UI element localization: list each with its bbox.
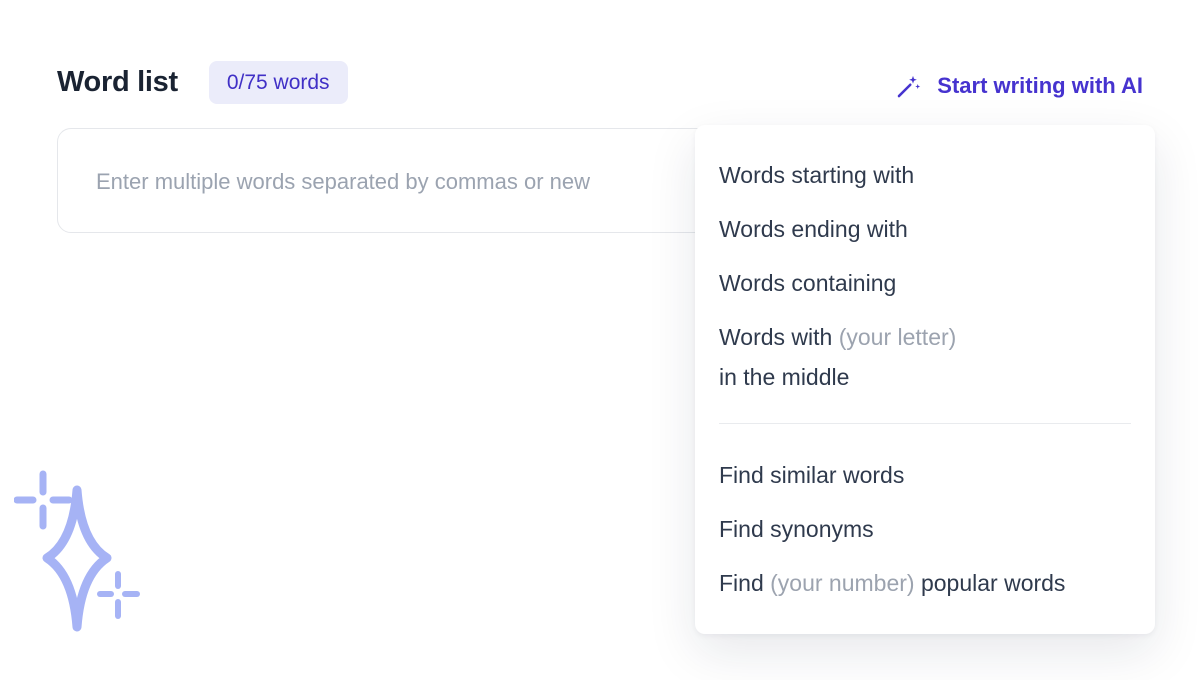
menu-item-label: Find bbox=[719, 570, 770, 596]
menu-item-label: popular words bbox=[915, 570, 1066, 596]
magic-wand-icon bbox=[895, 73, 922, 100]
header: Word list 0/75 words Start writing with … bbox=[57, 58, 1143, 106]
menu-divider bbox=[719, 423, 1131, 424]
ai-suggestions-menu: Words starting with Words ending with Word… bbox=[695, 125, 1155, 634]
start-writing-with-ai-label: Start writing with AI bbox=[937, 73, 1143, 99]
page-title: Word list bbox=[57, 66, 178, 99]
menu-item-placeholder-text: (your letter) bbox=[839, 324, 957, 350]
menu-item[interactable]: Find synonyms bbox=[695, 502, 1155, 556]
word-list-page: Word list 0/75 words Start writing with … bbox=[0, 0, 1200, 680]
menu-item-label: Find similar words bbox=[719, 462, 904, 488]
menu-item[interactable]: Find similar words bbox=[695, 448, 1155, 502]
start-writing-with-ai-button[interactable]: Start writing with AI bbox=[895, 73, 1143, 100]
menu-item-label: in the middle bbox=[719, 364, 849, 390]
menu-item-label: Words containing bbox=[719, 270, 896, 296]
menu-item[interactable]: Words containing bbox=[695, 256, 1155, 310]
word-count-badge: 0/75 words bbox=[209, 61, 348, 104]
sparkles-illustration bbox=[14, 466, 149, 641]
menu-item-placeholder-text: (your number) bbox=[770, 570, 914, 596]
menu-item-label: Words ending with bbox=[719, 216, 908, 242]
menu-item[interactable]: Words ending with bbox=[695, 202, 1155, 256]
menu-item[interactable]: Words starting with bbox=[695, 148, 1155, 202]
menu-item-label: Find synonyms bbox=[719, 516, 874, 542]
menu-item[interactable]: Words with (your letter) in the middle bbox=[695, 310, 1155, 404]
menu-item-label: Words starting with bbox=[719, 162, 914, 188]
menu-item[interactable]: Find (your number) popular words bbox=[695, 556, 1155, 610]
menu-item-label: Words with bbox=[719, 324, 839, 350]
